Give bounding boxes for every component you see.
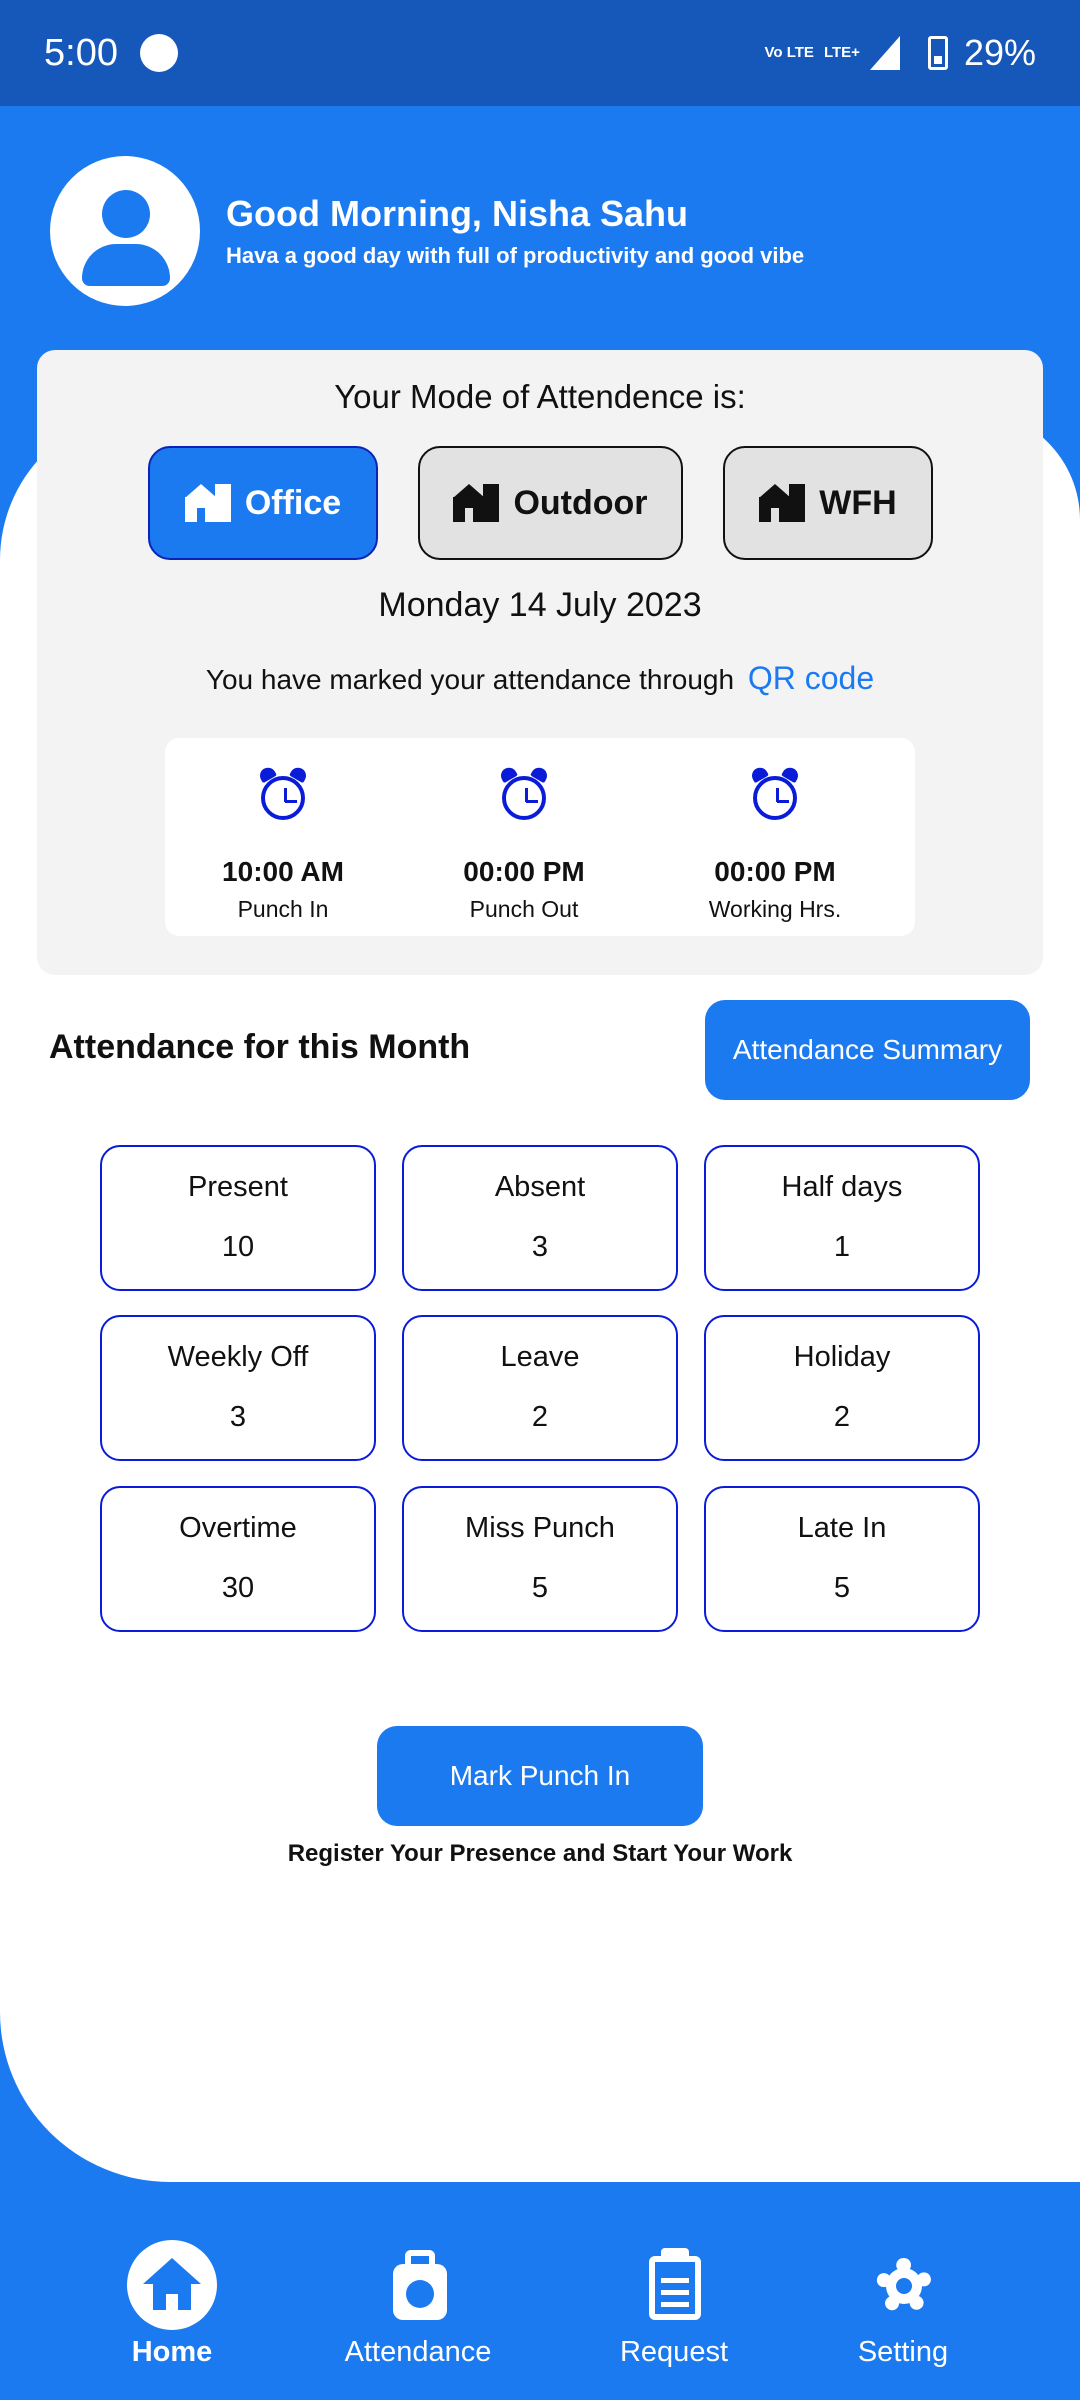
mode-wfh-label: WFH xyxy=(819,483,897,522)
stat-value: 30 xyxy=(221,1572,255,1604)
punch-out-time: 00:00 PM xyxy=(463,856,585,887)
mode-office-button[interactable]: Office xyxy=(148,446,378,560)
attendance-method-prefix: You have marked your attendance through xyxy=(205,664,735,695)
working-hours-time: 00:00 PM xyxy=(714,856,836,887)
stat-value: 3 xyxy=(229,1401,247,1433)
signal-icon xyxy=(869,36,900,70)
stat-label: Absent xyxy=(494,1171,586,1203)
nav-item-home[interactable]: Home xyxy=(72,2240,272,2369)
mark-punch-in-button[interactable]: Mark Punch In xyxy=(377,1726,703,1826)
stat-value: 5 xyxy=(531,1572,549,1604)
stat-value: 5 xyxy=(833,1572,851,1604)
gear-icon xyxy=(858,2240,948,2330)
punch-out-stat: 00:00 PM Punch Out xyxy=(414,738,634,936)
profile-header: Good Morning, Nisha Sahu Hava a good day… xyxy=(50,156,1030,306)
attendance-method-link[interactable]: QR code xyxy=(748,660,874,696)
attendance-method-text: You have marked your attendance through … xyxy=(37,660,1043,697)
notification-dot-icon xyxy=(139,34,178,72)
working-hours-label: Working Hrs. xyxy=(708,896,842,922)
punch-out-label: Punch Out xyxy=(469,896,579,922)
stat-card-leave[interactable]: Leave 2 xyxy=(402,1315,678,1461)
mode-outdoor-button[interactable]: Outdoor xyxy=(418,446,683,560)
mode-office-label: Office xyxy=(244,483,342,522)
building-icon xyxy=(184,484,231,522)
stat-card-present[interactable]: Present 10 xyxy=(100,1145,376,1291)
stat-card-late-in[interactable]: Late In 5 xyxy=(704,1486,980,1632)
nav-item-setting[interactable]: Setting xyxy=(803,2240,1003,2369)
bottom-nav: Home Attendance Request Setting xyxy=(0,2182,1080,2400)
stat-card-half-days[interactable]: Half days 1 xyxy=(704,1145,980,1291)
current-date: Monday 14 July 2023 xyxy=(378,586,702,624)
greeting-title: Good Morning, Nisha Sahu xyxy=(226,193,688,234)
stat-label: Present xyxy=(188,1171,288,1203)
battery-level: 29% xyxy=(963,32,1036,73)
building-icon xyxy=(759,484,806,522)
punch-in-label: Punch In xyxy=(237,896,329,922)
punch-summary-box: 10:00 AM Punch In 00:00 PM Punch Out 00:… xyxy=(165,738,915,936)
stat-label: Holiday xyxy=(793,1341,891,1373)
volte-indicator: Vo LTE xyxy=(764,44,814,61)
attendance-mode-card: Your Mode of Attendence is: Office Outdo… xyxy=(37,350,1043,975)
avatar[interactable] xyxy=(50,156,200,306)
status-time: 5:00 xyxy=(44,31,118,74)
user-icon xyxy=(102,190,150,238)
stat-card-weekly-off[interactable]: Weekly Off 3 xyxy=(100,1315,376,1461)
alarm-clock-icon xyxy=(498,764,550,822)
month-section-title: Attendance for this Month xyxy=(49,1028,471,1066)
greeting-subtitle: Hava a good day with full of productivit… xyxy=(226,243,805,268)
stat-value: 2 xyxy=(833,1401,851,1433)
working-hours-stat: 00:00 PM Working Hrs. xyxy=(665,738,885,936)
status-bar: 5:00 Vo LTE LTE+ 29% xyxy=(0,0,1080,106)
battery-icon xyxy=(927,36,948,70)
clipboard-icon xyxy=(629,2240,719,2330)
nav-label-setting: Setting xyxy=(857,2336,949,2368)
alarm-clock-icon xyxy=(749,764,801,822)
briefcase-clock-icon xyxy=(373,2240,463,2330)
stat-value: 2 xyxy=(531,1401,549,1433)
nav-item-attendance[interactable]: Attendance xyxy=(318,2240,518,2369)
stat-label: Leave xyxy=(500,1341,580,1373)
stat-label: Overtime xyxy=(179,1512,297,1544)
stat-card-holiday[interactable]: Holiday 2 xyxy=(704,1315,980,1461)
greeting-block: Good Morning, Nisha Sahu Hava a good day… xyxy=(226,193,804,269)
mode-wfh-button[interactable]: WFH xyxy=(723,446,933,560)
mode-title: Your Mode of Attendence is: xyxy=(334,378,746,415)
stat-value: 1 xyxy=(833,1231,851,1263)
building-icon xyxy=(453,484,500,522)
mode-outdoor-label: Outdoor xyxy=(513,483,648,522)
stat-label: Half days xyxy=(781,1171,903,1203)
stat-card-overtime[interactable]: Overtime 30 xyxy=(100,1486,376,1632)
stat-label: Miss Punch xyxy=(465,1512,615,1544)
stat-label: Late In xyxy=(797,1512,887,1544)
stat-label: Weekly Off xyxy=(167,1341,309,1373)
punch-in-time: 10:00 AM xyxy=(222,856,344,887)
lte-indicator: LTE+ xyxy=(823,44,860,61)
nav-label-attendance: Attendance xyxy=(344,2336,492,2368)
punch-in-stat: 10:00 AM Punch In xyxy=(173,738,393,936)
stat-value: 10 xyxy=(221,1231,255,1263)
punch-in-caption: Register Your Presence and Start Your Wo… xyxy=(287,1840,793,1867)
nav-item-request[interactable]: Request xyxy=(574,2240,774,2369)
stat-value: 3 xyxy=(531,1231,549,1263)
home-icon xyxy=(127,2240,217,2330)
alarm-clock-icon xyxy=(257,764,309,822)
stat-card-absent[interactable]: Absent 3 xyxy=(402,1145,678,1291)
attendance-summary-button[interactable]: Attendance Summary xyxy=(705,1000,1030,1100)
stat-card-miss-punch[interactable]: Miss Punch 5 xyxy=(402,1486,678,1632)
status-indicators: Vo LTE LTE+ 29% xyxy=(765,32,1037,74)
nav-label-home: Home xyxy=(131,2336,213,2368)
nav-label-request: Request xyxy=(619,2336,728,2368)
